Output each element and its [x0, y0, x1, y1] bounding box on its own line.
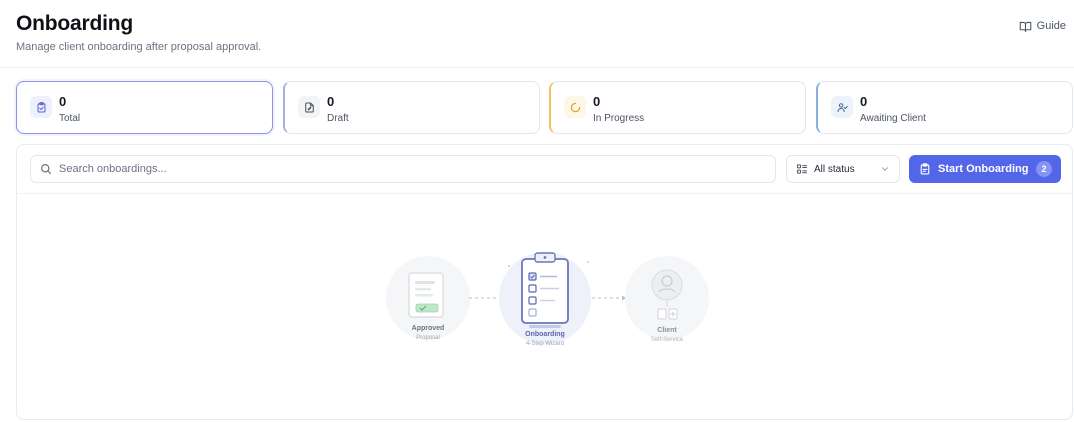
count-badge: 2 — [1036, 161, 1052, 177]
page-subtitle: Manage client onboarding after proposal … — [16, 41, 262, 53]
step-title: Approved — [411, 325, 445, 332]
step-subtitle: Proposal — [416, 335, 440, 341]
stat-value: 0 — [327, 94, 335, 109]
stat-label: In Progress — [593, 113, 645, 124]
step-title: Client — [657, 327, 677, 334]
clipboard-check-icon — [30, 96, 52, 118]
start-onboarding-button[interactable]: Start Onboarding 2 — [909, 155, 1061, 183]
page-title: Onboarding — [16, 12, 133, 35]
search-icon — [41, 164, 52, 175]
stat-label: Total — [59, 113, 81, 124]
file-edit-icon — [298, 96, 320, 118]
step-title: Onboarding — [525, 331, 565, 338]
stat-label: Awaiting Client — [860, 113, 926, 124]
empty-state-illustration: Approved Proposal Onboarding 4-Step Wiza… — [17, 194, 1072, 420]
loader-icon — [564, 96, 586, 118]
flow-arrow — [469, 295, 503, 301]
step-subtitle: 4-Step Wizard — [525, 341, 564, 347]
flow-arrow — [592, 295, 626, 301]
book-open-icon — [1019, 21, 1031, 32]
chevron-down-icon — [882, 167, 888, 171]
status-filter-select[interactable]: All status — [786, 155, 900, 183]
stat-card-in-progress[interactable]: 0 In Progress — [549, 81, 806, 134]
status-filter-value: All status — [814, 163, 855, 175]
guide-button[interactable]: Guide — [1019, 18, 1066, 34]
stat-card-total[interactable]: 0 Total — [16, 81, 273, 134]
guide-label: Guide — [1036, 20, 1066, 32]
stat-value: 0 — [593, 94, 601, 109]
onboarding-panel: All status Start Onboarding 2 — [16, 144, 1073, 420]
search-box[interactable] — [30, 155, 776, 183]
stat-value: 0 — [59, 94, 67, 109]
list-filter-icon — [796, 164, 808, 174]
stat-value: 0 — [860, 94, 868, 109]
stat-card-draft[interactable]: 0 Draft — [283, 81, 540, 134]
toolbar: All status Start Onboarding 2 — [17, 145, 1072, 194]
stat-card-awaiting-client[interactable]: 0 Awaiting Client — [816, 81, 1073, 134]
step-subtitle: Self-Service — [650, 337, 684, 343]
user-check-icon — [831, 96, 853, 118]
start-onboarding-label: Start Onboarding — [938, 163, 1029, 175]
stat-label: Draft — [327, 113, 349, 124]
clipboard-icon — [920, 163, 930, 175]
search-input[interactable] — [59, 163, 739, 175]
page-header: Onboarding Manage client onboarding afte… — [0, 0, 1074, 68]
